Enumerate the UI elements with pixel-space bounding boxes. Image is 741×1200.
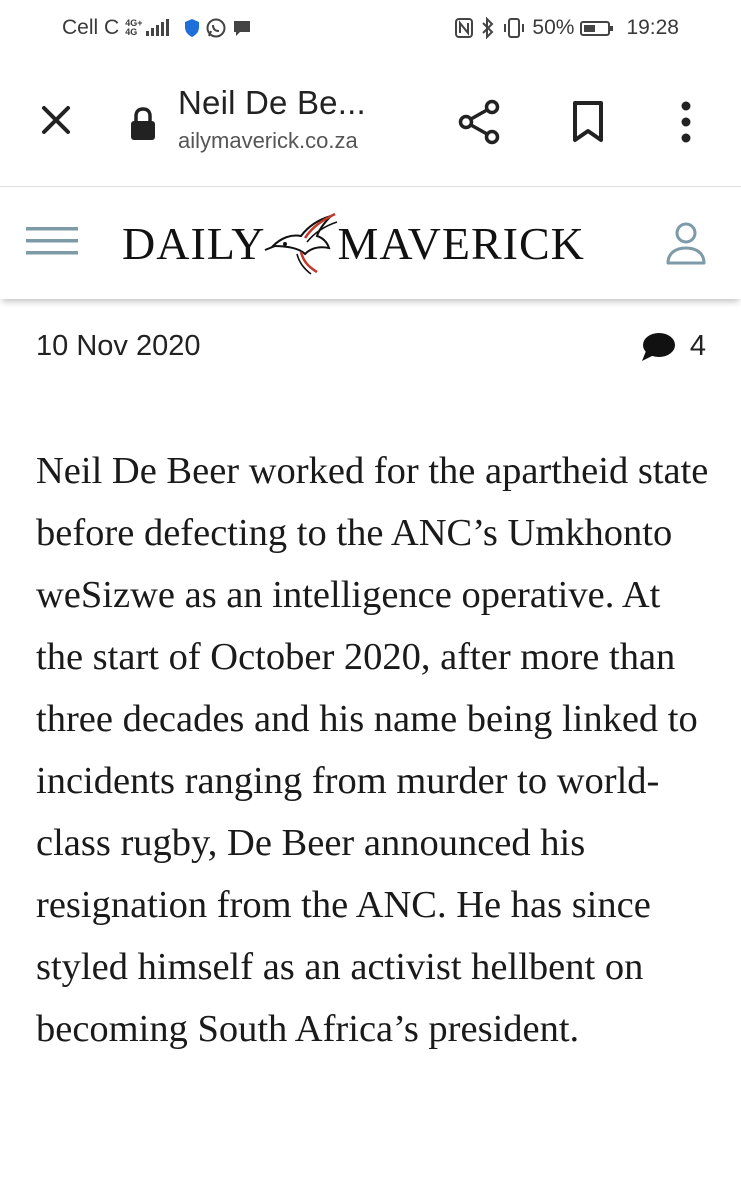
battery-fill: [584, 24, 596, 32]
message-icon: [234, 21, 251, 36]
site-logo[interactable]: DAILY MAVERICK: [122, 201, 585, 285]
site-header: DAILY MAVERICK: [0, 187, 741, 299]
bookmark-button[interactable]: [562, 96, 614, 148]
logo-word-right: MAVERICK: [337, 217, 585, 269]
user-icon: [666, 222, 706, 265]
logo-word-left: DAILY: [122, 217, 266, 269]
more-vert-icon: [681, 101, 691, 143]
comments-link[interactable]: 4: [640, 330, 706, 363]
shield-icon: [185, 19, 200, 37]
address-bar[interactable]: Neil De Be... ailymaverick.co.za: [178, 84, 366, 154]
bookmark-icon: [573, 101, 603, 142]
vibrate-icon: [504, 18, 525, 38]
status-right: 50% 19:28: [454, 16, 679, 40]
article-body: Neil De Beer worked for the apartheid st…: [36, 450, 709, 1050]
status-bar: Cell C 4G+ 4G 50% 19:28: [0, 0, 741, 56]
lock-icon: [131, 107, 155, 140]
battery-icon: [580, 20, 614, 36]
close-tab-button[interactable]: [34, 98, 78, 142]
close-icon: [42, 106, 70, 134]
site-info-button[interactable]: [126, 104, 160, 144]
article-meta: 10 Nov 2020 4: [36, 330, 706, 370]
bird-logo-icon: [265, 212, 338, 275]
comment-bubble-icon: [641, 332, 675, 361]
share-button[interactable]: [452, 96, 508, 148]
browser-toolbar: Neil De Be... ailymaverick.co.za: [0, 56, 741, 187]
page-title: Neil De Be...: [178, 84, 366, 121]
network-type-icon: 4G+ 4G: [125, 19, 142, 37]
nfc-icon: [455, 18, 474, 38]
whatsapp-icon: [206, 18, 226, 38]
bluetooth-icon: [482, 17, 494, 39]
battery-percent: 50%: [532, 16, 575, 39]
clock: 19:28: [626, 16, 679, 39]
more-options-button[interactable]: [660, 96, 712, 148]
site-menu-button[interactable]: [22, 221, 82, 261]
signal-icon: [146, 19, 170, 36]
publish-date: 10 Nov 2020: [36, 330, 201, 362]
carrier-label: Cell C: [62, 16, 120, 39]
status-left: Cell C 4G+ 4G: [62, 16, 253, 40]
comment-count: 4: [689, 330, 706, 362]
hamburger-icon: [26, 227, 78, 255]
network-label-bottom: 4G: [125, 27, 138, 37]
account-button[interactable]: [660, 217, 712, 269]
url-text: ailymaverick.co.za: [178, 128, 358, 153]
share-icon: [458, 99, 500, 145]
